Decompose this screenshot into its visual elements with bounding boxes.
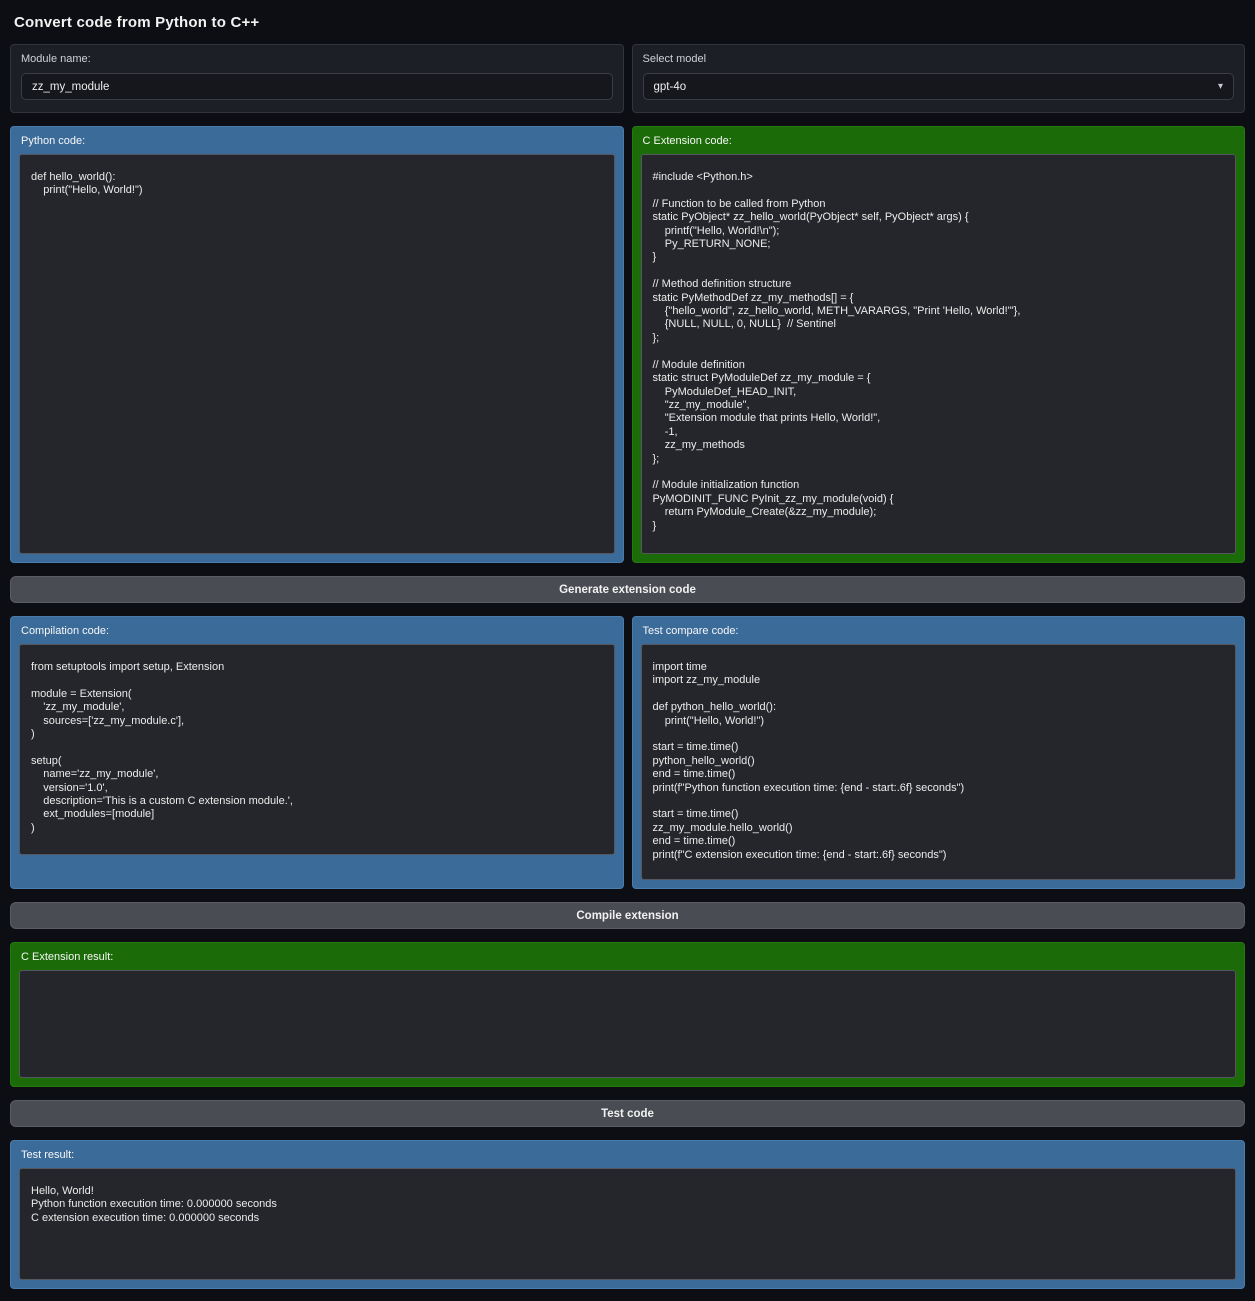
model-select-group: Select model gpt-4o ▾ xyxy=(632,44,1246,113)
module-name-label: Module name: xyxy=(21,53,613,65)
model-select-dropdown[interactable]: gpt-4o ▾ xyxy=(643,73,1235,100)
app-root: Convert code from Python to C++ Module n… xyxy=(0,0,1255,1301)
chevron-down-icon: ▾ xyxy=(1218,81,1223,92)
compilation-code-panel: Compilation code: from setuptools import… xyxy=(10,616,624,889)
compilation-code-label: Compilation code: xyxy=(21,625,613,637)
test-code-button[interactable]: Test code xyxy=(10,1100,1245,1127)
compile-test-row: Compilation code: from setuptools import… xyxy=(10,616,1245,889)
compile-extension-button[interactable]: Compile extension xyxy=(10,902,1245,929)
settings-row: Module name: Select model gpt-4o ▾ xyxy=(10,44,1245,113)
module-name-input[interactable] xyxy=(21,73,613,100)
test-compare-code-editor[interactable]: import time import zz_my_module def pyth… xyxy=(641,644,1237,880)
compilation-code-editor[interactable]: from setuptools import setup, Extension … xyxy=(19,644,615,855)
c-extension-result-panel: C Extension result: xyxy=(10,942,1245,1087)
model-select-value: gpt-4o xyxy=(654,81,687,93)
generate-extension-code-button[interactable]: Generate extension code xyxy=(10,576,1245,603)
python-code-label: Python code: xyxy=(21,135,613,147)
python-code-panel: Python code: def hello_world(): print("H… xyxy=(10,126,624,563)
c-extension-result-output[interactable] xyxy=(19,970,1236,1078)
test-result-output[interactable]: Hello, World! Python function execution … xyxy=(19,1168,1236,1280)
test-result-panel: Test result: Hello, World! Python functi… xyxy=(10,1140,1245,1289)
python-code-editor[interactable]: def hello_world(): print("Hello, World!"… xyxy=(19,154,615,554)
module-name-group: Module name: xyxy=(10,44,624,113)
test-compare-code-panel: Test compare code: import time import zz… xyxy=(632,616,1246,889)
code-row: Python code: def hello_world(): print("H… xyxy=(10,126,1245,563)
page-title: Convert code from Python to C++ xyxy=(10,10,1245,31)
c-extension-code-panel: C Extension code: #include <Python.h> //… xyxy=(632,126,1246,563)
c-extension-result-label: C Extension result: xyxy=(21,951,1234,963)
c-extension-code-editor[interactable]: #include <Python.h> // Function to be ca… xyxy=(641,154,1237,554)
model-select-label: Select model xyxy=(643,53,1235,65)
test-result-label: Test result: xyxy=(21,1149,1234,1161)
test-compare-code-label: Test compare code: xyxy=(643,625,1235,637)
c-extension-code-label: C Extension code: xyxy=(643,135,1235,147)
